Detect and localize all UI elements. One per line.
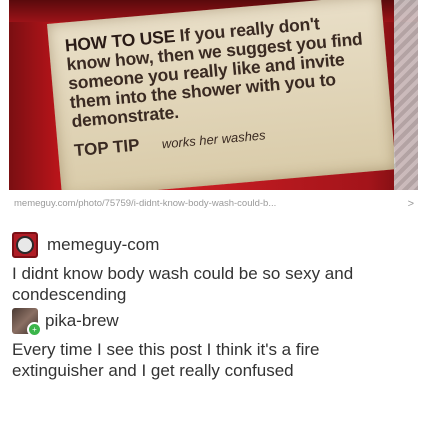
post-text: I didnt know body wash could be so sexy … (12, 264, 354, 304)
post-header: memeguy-com (12, 230, 417, 260)
source-link[interactable]: memeguy.com/photo/75759/i-didnt-know-bod… (14, 198, 414, 209)
pika-brew-avatar-icon[interactable]: + (12, 308, 42, 337)
chevron-right-icon[interactable]: > (408, 198, 414, 209)
label-tip-tail: works her washes (161, 127, 267, 152)
bottle-label: HOW TO USE If you really don't know how,… (47, 0, 396, 190)
label-tip-heading: TOP TIP (73, 135, 140, 161)
post-username[interactable]: pika-brew (45, 311, 119, 331)
post-text: Every time I see this post I think it's … (12, 340, 320, 380)
post-header: + pika-brew (12, 306, 417, 337)
label-instructions: HOW TO USE If you really don't know how,… (64, 10, 374, 131)
reblog-post: memeguy-com I didnt know body wash could… (12, 230, 417, 305)
post-username[interactable]: memeguy-com (47, 235, 159, 255)
memeguy-logo-icon[interactable] (12, 232, 38, 258)
bottle-side-texture (394, 0, 418, 190)
source-url: memeguy.com/photo/75759/i-didnt-know-bod… (14, 198, 277, 209)
reblog-post: + pika-brew Every time I see this post I… (12, 306, 417, 381)
post-photo[interactable]: HOW TO USE If you really don't know how,… (9, 0, 418, 190)
plus-badge-icon: + (27, 322, 42, 337)
